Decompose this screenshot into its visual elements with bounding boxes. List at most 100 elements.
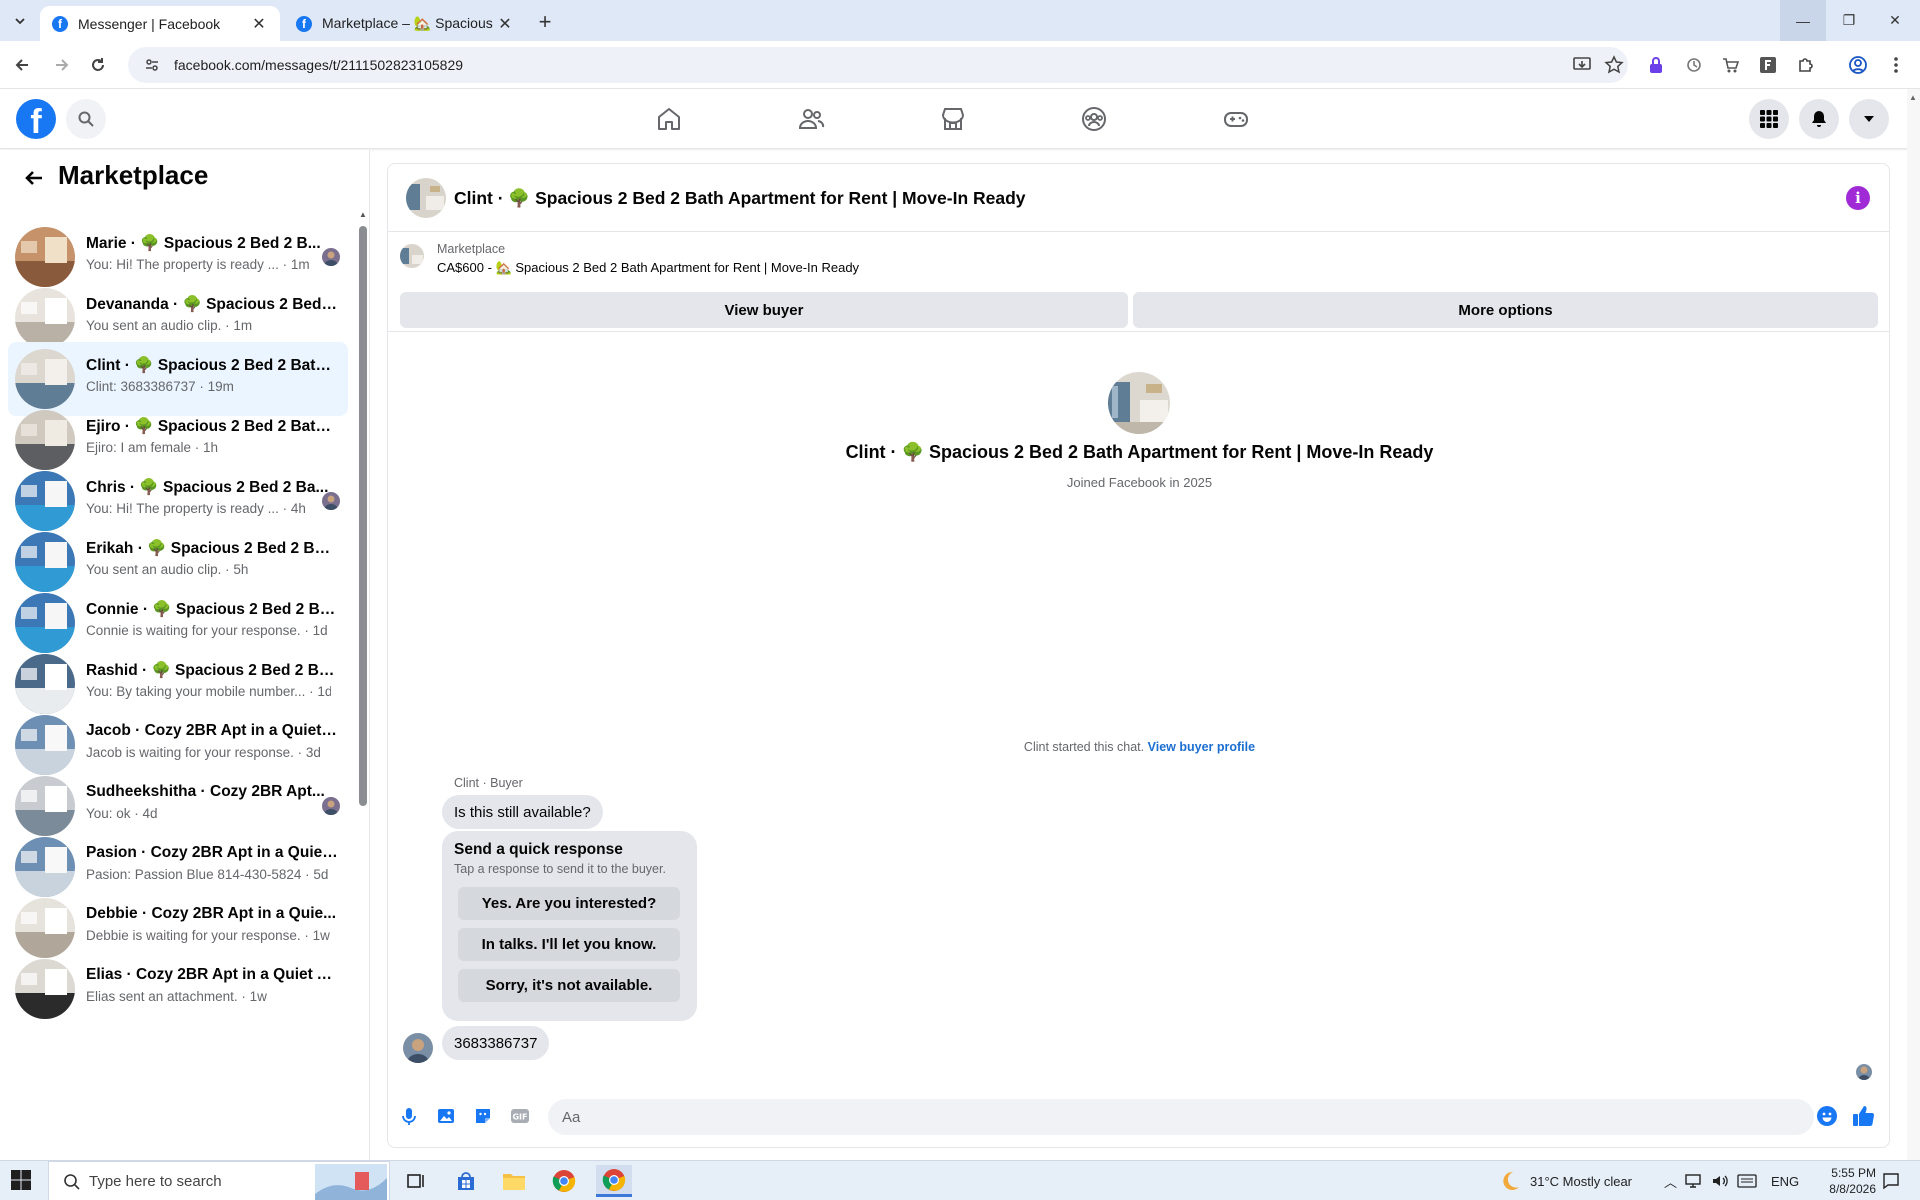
extensions-puzzle-icon[interactable] xyxy=(1794,53,1818,77)
buyer-profile-avatar[interactable] xyxy=(1108,372,1170,434)
close-tab-icon[interactable]: ✕ xyxy=(496,15,514,33)
speaker-icon[interactable] xyxy=(1711,1173,1729,1189)
conversation-name: Connie · 🌳 Spacious 2 Bed 2 Ba... xyxy=(86,601,338,618)
lock-extension-icon[interactable] xyxy=(1644,53,1668,77)
tab-search-dropdown[interactable] xyxy=(8,9,32,33)
store-icon xyxy=(458,1172,474,1190)
menu-grid-button[interactable] xyxy=(1749,99,1789,139)
quick-response-option[interactable]: Sorry, it's not available. xyxy=(458,969,680,1002)
profile-icon[interactable] xyxy=(1846,53,1870,77)
voice-clip-button[interactable] xyxy=(396,1103,422,1129)
nav-groups-button[interactable] xyxy=(1074,99,1114,139)
keyboard-icon[interactable] xyxy=(1737,1174,1757,1188)
windows-start-button[interactable] xyxy=(10,1169,34,1193)
conversation-name: Clint · 🌳 Spacious 2 Bed 2 Bath ... xyxy=(86,357,338,374)
chrome-active-taskbar-button[interactable] xyxy=(596,1165,632,1197)
message-input[interactable] xyxy=(548,1099,1814,1135)
view-buyer-profile-link[interactable]: View buyer profile xyxy=(1148,740,1255,754)
attach-photo-button[interactable] xyxy=(433,1103,459,1129)
install-app-icon[interactable] xyxy=(1572,55,1592,75)
account-menu-button[interactable] xyxy=(1849,99,1889,139)
conversation-info-button[interactable]: i xyxy=(1846,186,1870,210)
sticker-button[interactable] xyxy=(470,1103,496,1129)
sidebar-scroll-thumb[interactable] xyxy=(359,226,367,806)
gif-button[interactable]: GIF xyxy=(507,1103,533,1129)
reload-button[interactable] xyxy=(86,53,110,77)
close-window-button[interactable]: ✕ xyxy=(1872,0,1918,41)
send-like-button[interactable] xyxy=(1850,1103,1876,1129)
chevron-up-icon[interactable]: ︿ xyxy=(1664,1172,1677,1191)
marketplace-icon xyxy=(941,108,965,130)
weather-widget[interactable]: 31°C Mostly clear xyxy=(1498,1161,1632,1200)
listing-title[interactable]: CA$600 - 🏡 Spacious 2 Bed 2 Bath Apartme… xyxy=(437,260,859,276)
quick-response-option[interactable]: In talks. I'll let you know. xyxy=(458,928,680,961)
conversation-avatar xyxy=(15,532,75,592)
moon-icon xyxy=(1503,1171,1519,1190)
message-bubble-incoming[interactable]: 3683386737 xyxy=(442,1026,550,1060)
conversation-time: 5d xyxy=(313,867,329,882)
listing-thumbnail[interactable] xyxy=(400,244,424,268)
sidebar-scrollbar[interactable]: ▲ ▼ xyxy=(358,210,368,1150)
facebook-logo-icon[interactable]: f xyxy=(16,99,56,139)
notifications-button[interactable] xyxy=(1799,99,1839,139)
chrome-taskbar-button[interactable] xyxy=(546,1165,582,1197)
conversation-time: 3d xyxy=(305,745,321,760)
more-options-button[interactable]: More options xyxy=(1133,292,1878,328)
page-scrollbar[interactable]: ▲ xyxy=(1907,89,1920,1160)
recycle-extension-icon[interactable] xyxy=(1682,53,1706,77)
emoji-button[interactable] xyxy=(1814,1103,1840,1129)
quick-response-option[interactable]: Yes. Are you interested? xyxy=(458,887,680,920)
back-button[interactable] xyxy=(10,53,34,77)
forward-button[interactable] xyxy=(50,53,74,77)
close-tab-icon[interactable]: ✕ xyxy=(250,15,268,33)
clock[interactable]: 5:55 PM 8/8/2026 xyxy=(1812,1161,1876,1200)
chat-title[interactable]: Clint · 🌳 Spacious 2 Bed 2 Bath Apartmen… xyxy=(454,188,1026,209)
nav-home-button[interactable] xyxy=(649,99,689,139)
sticker-icon xyxy=(476,1109,490,1123)
url-text[interactable]: facebook.com/messages/t/2111502823105829 xyxy=(174,57,463,73)
notification-center-button[interactable] xyxy=(1882,1161,1900,1200)
cart-extension-icon[interactable] xyxy=(1718,53,1742,77)
conversation-name: Devananda · 🌳 Spacious 2 Bed ... xyxy=(86,296,338,313)
buyer-message-avatar[interactable] xyxy=(403,1033,433,1063)
scroll-up-icon[interactable]: ▲ xyxy=(1909,93,1917,102)
browser-tab-marketplace[interactable]: f Marketplace – 🏡 Spacious 2 Bed 2 Bath … xyxy=(284,6,526,41)
conversation-preview-text: You: Hi! The property is ready ... xyxy=(86,257,279,272)
network-icon[interactable] xyxy=(1685,1173,1703,1189)
nav-gaming-button[interactable] xyxy=(1216,99,1256,139)
site-settings-icon[interactable] xyxy=(144,57,160,73)
microsoft-store-button[interactable] xyxy=(448,1165,484,1197)
f-extension-icon[interactable] xyxy=(1756,53,1780,77)
view-buyer-button[interactable]: View buyer xyxy=(400,292,1128,328)
seen-avatar xyxy=(322,248,340,266)
facebook-search-button[interactable] xyxy=(66,99,106,139)
browser-menu-icon[interactable] xyxy=(1884,53,1908,77)
scroll-up-icon[interactable]: ▲ xyxy=(358,210,368,220)
conversation-preview-text: Pasion: Passion Blue 814-430-5824 xyxy=(86,867,302,882)
taskbar-search-box[interactable]: Type here to search xyxy=(48,1161,390,1200)
conversation-avatar xyxy=(15,593,75,653)
buyer-avatar[interactable] xyxy=(406,178,446,218)
address-bar[interactable]: facebook.com/messages/t/2111502823105829 xyxy=(128,47,1628,83)
task-view-button[interactable] xyxy=(398,1165,434,1197)
conversation-avatar xyxy=(15,837,75,897)
folder-icon xyxy=(503,1174,525,1190)
smiley-icon xyxy=(1817,1106,1837,1126)
nav-friends-button[interactable] xyxy=(791,99,831,139)
conversation-preview-text: Jacob is waiting for your response. xyxy=(86,745,294,760)
back-to-chats-button[interactable] xyxy=(20,164,48,192)
search-highlight-image xyxy=(315,1164,387,1200)
nav-marketplace-button[interactable] xyxy=(933,99,973,139)
notification-center-icon xyxy=(1883,1173,1899,1190)
conversation-preview: Pasion: Passion Blue 814-430-5824 · 5d xyxy=(86,867,329,882)
language-indicator[interactable]: ENG xyxy=(1771,1161,1799,1200)
file-explorer-button[interactable] xyxy=(496,1165,532,1197)
browser-tab-messenger[interactable]: f Messenger | Facebook ✕ xyxy=(40,6,280,41)
new-tab-button[interactable]: + xyxy=(533,9,557,34)
conversation-preview-text: You sent an audio clip. xyxy=(86,562,222,577)
minimize-button[interactable]: — xyxy=(1780,0,1826,41)
conversation-item[interactable]: Elias · Cozy 2BR Apt in a Quiet A... Elia… xyxy=(8,952,348,1026)
restore-button[interactable]: ❐ xyxy=(1826,0,1872,41)
bookmark-star-icon[interactable] xyxy=(1604,55,1624,75)
message-bubble-incoming[interactable]: Is this still available? xyxy=(442,795,603,829)
